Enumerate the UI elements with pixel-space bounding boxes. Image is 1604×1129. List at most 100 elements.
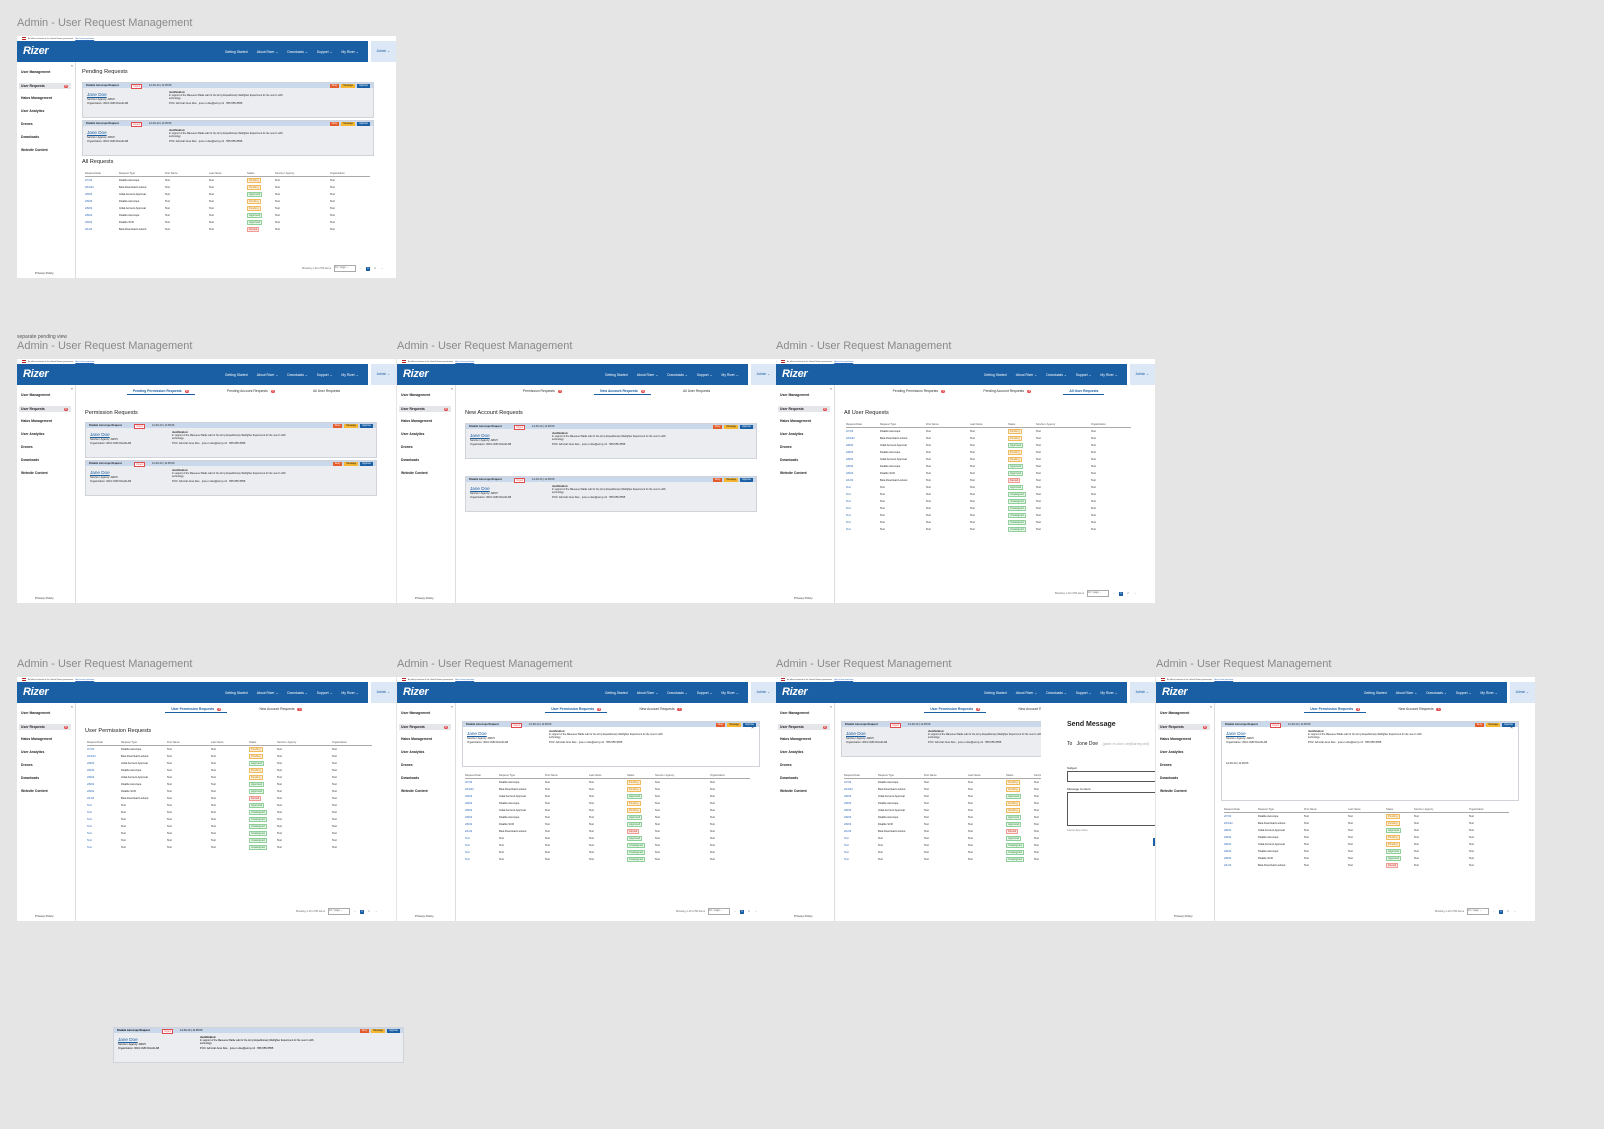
nav-item[interactable]: About Rizer ⌄ (257, 373, 279, 377)
column-header[interactable]: Service / Agency (277, 741, 332, 744)
sidebar-item[interactable]: User Analytics (401, 432, 424, 436)
requester-name[interactable]: Jane Doe (467, 731, 487, 736)
sidebar-item[interactable]: Drones (780, 445, 792, 449)
table-row[interactable]: 2/8/22 Initial Account Approval Text Text Pe… (1224, 841, 1509, 848)
table-cell[interactable]: 2/8/22 (85, 207, 119, 210)
page-button[interactable]: 2 (367, 910, 371, 914)
table-cell[interactable]: 2/8/22 (87, 790, 121, 793)
table-cell[interactable]: 2/1/22 (465, 830, 499, 833)
nav-item[interactable]: Getting Started (984, 373, 1007, 377)
table-cell[interactable]: Text (844, 858, 878, 861)
requester-name[interactable]: Jane Doe (470, 433, 490, 438)
nav-item[interactable]: About Rizer ⌄ (1016, 373, 1038, 377)
page-button[interactable]: 1 (1499, 909, 1503, 914)
sidebar-item[interactable]: Drones (21, 763, 33, 767)
table-cell[interactable]: Text (846, 514, 880, 517)
privacy-link[interactable]: Privacy Policy (415, 596, 434, 600)
sidebar-item[interactable]: User Management (21, 711, 50, 715)
page-button[interactable]: ‹ (1112, 592, 1116, 596)
column-header[interactable]: First Name (545, 774, 589, 777)
table-row[interactable]: TextTextTextTextUnassignedTextText (846, 526, 1131, 533)
sidebar-item[interactable]: Downloads (780, 776, 798, 780)
sidebar-item[interactable]: Halos Management (780, 737, 811, 741)
table-cell[interactable]: 2/8/22 (1224, 829, 1258, 832)
sidebar-item[interactable]: User Management (21, 70, 50, 74)
column-header[interactable]: Organization (710, 774, 750, 777)
deny-button[interactable]: Deny (329, 121, 340, 126)
requester-name[interactable]: Jane Doe (1226, 731, 1246, 736)
page-button[interactable]: › (1513, 910, 1517, 914)
page-button[interactable]: › (754, 910, 758, 914)
table-cell[interactable]: 2/8/22 (465, 809, 499, 812)
table-cell[interactable]: 2/8/22 (465, 795, 499, 798)
table-cell[interactable]: 2/7/22 (85, 179, 119, 182)
table-cell[interactable]: 2/7/22 (87, 748, 121, 751)
table-row[interactable]: TextTextTextTextUnassignedTextText (846, 519, 1131, 526)
privacy-link[interactable]: Privacy Policy (1174, 914, 1193, 918)
table-row[interactable]: TextTextTextTextUnassignedTextText (465, 842, 750, 849)
table-row[interactable]: TextTextTextTextApprovedTextText (846, 484, 1131, 491)
table-row[interactable]: 2/8/22Disable SCR Text Text Approved Text Tex… (1224, 855, 1509, 862)
table-cell[interactable]: 2/16/22 (846, 437, 880, 440)
nav-item[interactable]: Getting Started (225, 373, 248, 377)
page-button[interactable]: 2 (373, 267, 377, 271)
nav-item[interactable]: Support ⌄ (697, 691, 713, 695)
nav-item[interactable]: Admin ⌄ (747, 364, 776, 385)
table-cell[interactable]: Text (465, 858, 499, 861)
sidebar-item[interactable]: Halos Management (21, 419, 52, 423)
nav-item[interactable]: Downloads ⌄ (287, 50, 308, 54)
page-button[interactable]: ‹ (1492, 910, 1496, 914)
column-header[interactable]: Service / Agency (275, 172, 330, 175)
nav-item[interactable]: Admin ⌄ (367, 41, 396, 62)
tab[interactable]: All User Requests (677, 389, 716, 396)
sidebar-item[interactable]: User Management (401, 711, 430, 715)
page-button[interactable]: 2 (747, 910, 751, 914)
sidebar-item[interactable]: Halos Management (780, 419, 811, 423)
page-size-select[interactable]: 10 / page ⌄ (1467, 908, 1489, 915)
column-header[interactable]: Request Date (87, 741, 121, 744)
table-row[interactable]: TextTextTextTextUnassignedTextText (87, 830, 372, 837)
table-row[interactable]: 2/1/22 Beta Download Lockout Text Text Denie… (85, 226, 370, 233)
message-button[interactable]: Message (1486, 722, 1501, 727)
table-cell[interactable]: 2/8/22 (1224, 843, 1258, 846)
sidebar-item[interactable]: Downloads (401, 776, 419, 780)
table-row[interactable]: 2/8/22 Disable Aerocope Text Text Pending Tex… (1224, 834, 1509, 841)
privacy-link[interactable]: Privacy Policy (35, 596, 54, 600)
sidebar-item[interactable]: User Requests 3 (399, 406, 451, 412)
message-button[interactable]: Message (724, 424, 739, 429)
tab[interactable]: All User Requests (307, 389, 346, 396)
approve-button[interactable]: Approve (743, 722, 756, 727)
column-header[interactable]: Last Name (589, 774, 627, 777)
sidebar-item[interactable]: Drones (780, 763, 792, 767)
table-row[interactable]: 2/16/22 Beta Download Lockout Text Text Pend… (465, 786, 750, 793)
collapse-icon[interactable]: « (830, 386, 832, 391)
tab[interactable]: User Permission Requests 3 (545, 707, 608, 713)
column-header[interactable]: Status (627, 774, 655, 777)
table-row[interactable]: TextTextTextTextUnassignedTextText (87, 809, 372, 816)
rizer-logo[interactable]: Rizer (23, 686, 49, 698)
table-row[interactable]: 2/7/22 Disable Aerocope Text Text Pending Tex… (1224, 813, 1509, 820)
sidebar-item[interactable]: User Requests 3 (19, 83, 71, 89)
table-row[interactable]: 2/8/22 Initial Account Approval Text Text Pe… (85, 205, 370, 212)
gov-banner-link[interactable]: Here's how you know (455, 361, 474, 363)
tab[interactable]: User Permission Requests 3 (165, 707, 228, 713)
table-cell[interactable]: 2/8/22 (846, 444, 880, 447)
table-row[interactable]: 2/8/22 Initial Account Approval Text Text Pe… (846, 456, 1131, 463)
privacy-link[interactable]: Privacy Policy (794, 914, 813, 918)
table-cell[interactable]: 2/8/22 (465, 823, 499, 826)
message-button[interactable]: Message (341, 121, 356, 126)
nav-item[interactable]: Downloads ⌄ (1046, 373, 1067, 377)
nav-item[interactable]: My Rizer ⌄ (721, 373, 738, 377)
column-header[interactable]: Status (1006, 774, 1034, 777)
column-header[interactable]: Request Date (846, 423, 880, 426)
column-header[interactable]: Last Name (970, 423, 1008, 426)
sidebar-item[interactable]: Halos Management (21, 96, 52, 100)
table-cell[interactable]: Text (846, 486, 880, 489)
sidebar-item[interactable]: User Requests 3 (19, 724, 71, 730)
table-row[interactable]: TextTextTextTextUnassignedTextText (87, 816, 372, 823)
rizer-logo[interactable]: Rizer (1162, 686, 1188, 698)
nav-item[interactable]: My Rizer ⌄ (1480, 691, 1497, 695)
table-cell[interactable]: Text (87, 811, 121, 814)
table-row[interactable]: 2/16/22 Beta Download Lockout Text Text Pend… (87, 753, 372, 760)
column-header[interactable]: Status (1008, 423, 1036, 426)
